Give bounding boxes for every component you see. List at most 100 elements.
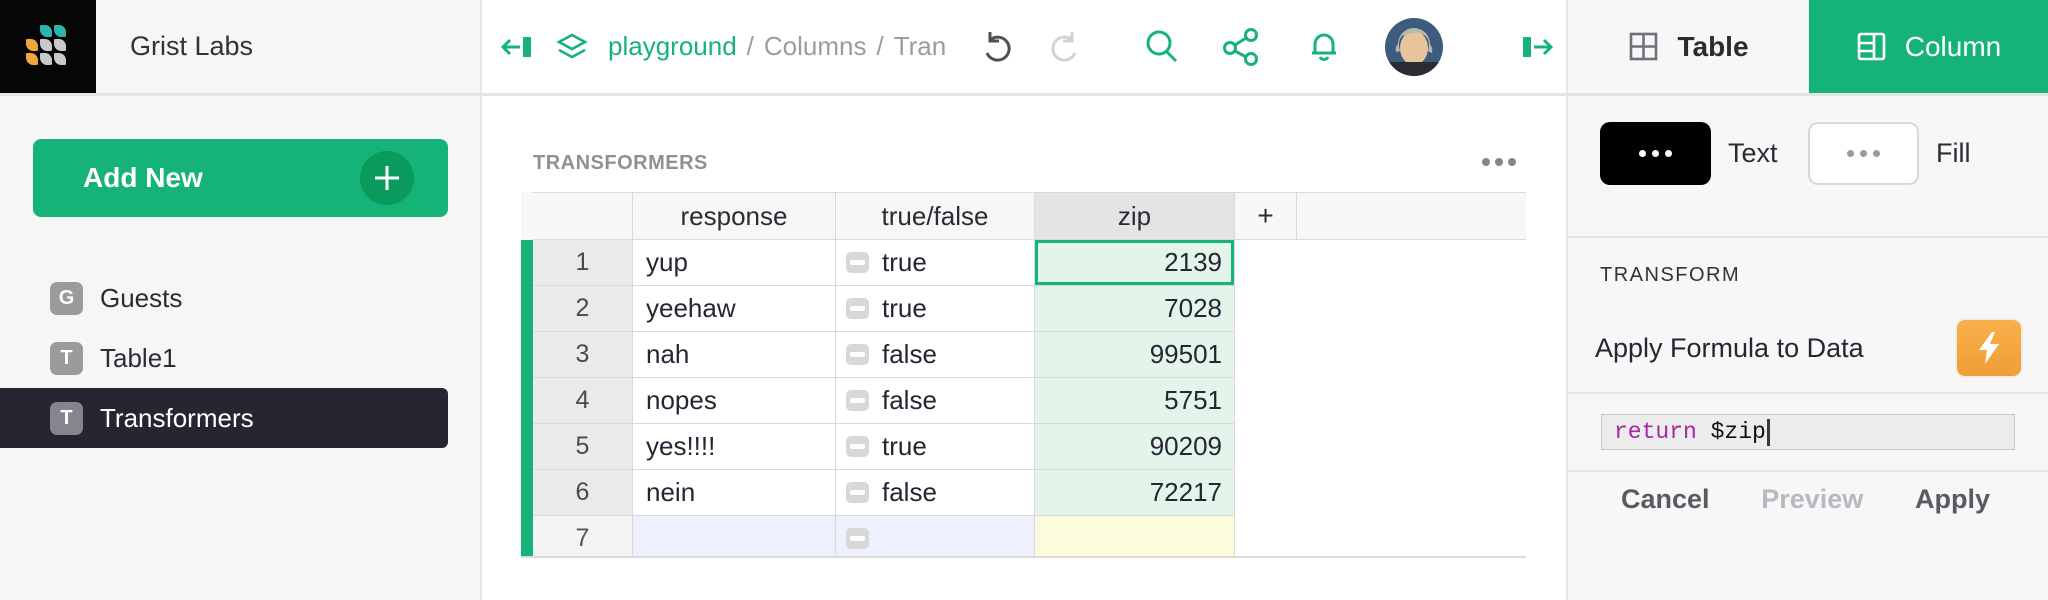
cell-zip[interactable]	[1035, 516, 1235, 556]
collapse-left-panel-icon[interactable]	[500, 0, 534, 93]
grist-logo[interactable]	[0, 0, 96, 93]
panel-divider	[1568, 236, 2048, 238]
formula-input[interactable]: return $zip	[1601, 414, 2015, 450]
fill-color-swatch[interactable]	[1808, 122, 1919, 185]
apply-button[interactable]: Apply	[1915, 484, 1990, 515]
share-icon[interactable]	[1220, 0, 1262, 93]
panel-divider	[1568, 392, 2048, 394]
row-number-header[interactable]	[533, 192, 633, 240]
formula-expression: $zip	[1696, 419, 1766, 445]
filler-header	[1297, 192, 1526, 240]
left-sidebar: Add New G Guests T Table1 T Transformers	[0, 96, 480, 600]
add-column-header[interactable]: +	[1235, 192, 1297, 240]
text-color-label: Text	[1728, 138, 1778, 168]
cell-response[interactable]: nein	[633, 470, 836, 516]
text-color-swatch[interactable]	[1600, 122, 1711, 185]
undo-icon[interactable]	[980, 0, 1020, 93]
cell-truefalse[interactable]: true	[836, 424, 1035, 470]
active-widget-bar	[521, 332, 533, 378]
cell-zip[interactable]: 99501	[1035, 332, 1235, 378]
widget-title: TRANSFORMERS	[533, 152, 708, 174]
cell-truefalse[interactable]: false	[836, 470, 1035, 516]
sidebar-item-transformers[interactable]: T Transformers	[0, 388, 448, 448]
cell-truefalse[interactable]: true	[836, 286, 1035, 332]
toggle-widget-icon	[846, 390, 869, 411]
cell-response[interactable]: yeehaw	[633, 286, 836, 332]
row-number[interactable]: 2	[533, 286, 633, 332]
table-row: 5 yes!!!! true 90209	[521, 424, 1526, 470]
tab-table[interactable]: Table	[1568, 0, 1809, 93]
column-header-response[interactable]: response	[633, 192, 836, 240]
notifications-bell-icon[interactable]	[1302, 0, 1346, 93]
cell-response[interactable]: nah	[633, 332, 836, 378]
cell-response[interactable]: nopes	[633, 378, 836, 424]
avatar[interactable]	[1385, 0, 1443, 93]
row-number[interactable]: 5	[533, 424, 633, 470]
plus-icon	[360, 151, 414, 205]
toggle-widget-icon	[846, 298, 869, 319]
sidebar-item-table1[interactable]: T Table1	[0, 328, 448, 388]
page-initial-badge: G	[50, 281, 83, 315]
workspace-name[interactable]: Grist Labs	[130, 0, 253, 93]
redo-icon[interactable]	[1042, 0, 1082, 93]
table-row: 1 yup true 2139	[521, 240, 1526, 286]
right-panel-divider	[1566, 0, 1568, 600]
add-new-button[interactable]: Add New	[33, 139, 448, 217]
toggle-widget-icon	[846, 528, 869, 549]
expand-right-panel-icon[interactable]	[1520, 0, 1554, 93]
cell-zip[interactable]: 7028	[1035, 286, 1235, 332]
row-number[interactable]: 1	[533, 240, 633, 286]
cell-response[interactable]: yup	[633, 240, 836, 286]
active-widget-bar	[521, 378, 533, 424]
search-icon[interactable]	[1140, 0, 1184, 93]
cell-truefalse[interactable]: false	[836, 378, 1035, 424]
cell-zip[interactable]: 5751	[1035, 378, 1235, 424]
grid-header-row: response true/false zip +	[521, 192, 1526, 240]
transform-section-label: TRANSFORM	[1600, 264, 1741, 286]
page-initial-badge: T	[50, 401, 83, 435]
transform-actions: Cancel Preview Apply	[1568, 484, 2048, 515]
text-cursor	[1766, 418, 1770, 446]
breadcrumb-separator: /	[876, 31, 884, 61]
data-grid: response true/false zip + 1 yup true 213…	[521, 192, 1526, 558]
tab-column[interactable]: Column	[1809, 0, 2048, 93]
toggle-widget-icon	[846, 344, 869, 365]
breadcrumb-separator: /	[746, 31, 754, 61]
topbar-divider	[0, 93, 2048, 96]
doc-header: playground / Columns / Tran	[482, 0, 1568, 93]
sidebar-item-guests[interactable]: G Guests	[0, 268, 448, 328]
active-widget-bar	[521, 240, 533, 286]
cell-truefalse[interactable]: false	[836, 332, 1035, 378]
row-number[interactable]: 6	[533, 470, 633, 516]
column-header-truefalse[interactable]: true/false	[836, 192, 1035, 240]
active-widget-bar	[521, 286, 533, 332]
active-widget-bar	[521, 192, 533, 240]
breadcrumb-page[interactable]: Columns	[764, 31, 867, 62]
cancel-button[interactable]: Cancel	[1621, 484, 1710, 515]
cell-response[interactable]: yes!!!!	[633, 424, 836, 470]
add-new-row: 7	[521, 516, 1526, 556]
preview-button[interactable]: Preview	[1761, 484, 1863, 515]
cell-zip[interactable]: 90209	[1035, 424, 1235, 470]
fill-color-label: Fill	[1936, 138, 1971, 168]
cell-truefalse[interactable]: true	[836, 240, 1035, 286]
cell-response[interactable]	[633, 516, 836, 556]
cell-zip[interactable]: 72217	[1035, 470, 1235, 516]
row-number[interactable]: 3	[533, 332, 633, 378]
breadcrumb-truncated: Tran	[893, 31, 947, 61]
widget-menu-icon[interactable]	[1482, 158, 1516, 166]
sidebar-divider	[480, 0, 482, 600]
row-number[interactable]: 4	[533, 378, 633, 424]
table-row: 6 nein false 72217	[521, 470, 1526, 516]
formula-keyword: return	[1614, 419, 1697, 445]
breadcrumb-doc-name[interactable]: playground	[608, 31, 737, 62]
table-grid-icon	[1630, 32, 1658, 61]
right-panel: Text Fill TRANSFORM Apply Formula to Dat…	[1568, 96, 2048, 600]
cell-zip-selected[interactable]: 2139	[1035, 240, 1235, 286]
apply-formula-button[interactable]	[1955, 318, 2023, 378]
cell-truefalse[interactable]	[836, 516, 1035, 556]
panel-divider	[1568, 470, 2048, 472]
page-layers-icon[interactable]	[554, 0, 590, 93]
row-number[interactable]: 7	[533, 516, 633, 556]
column-header-zip[interactable]: zip	[1035, 192, 1235, 240]
